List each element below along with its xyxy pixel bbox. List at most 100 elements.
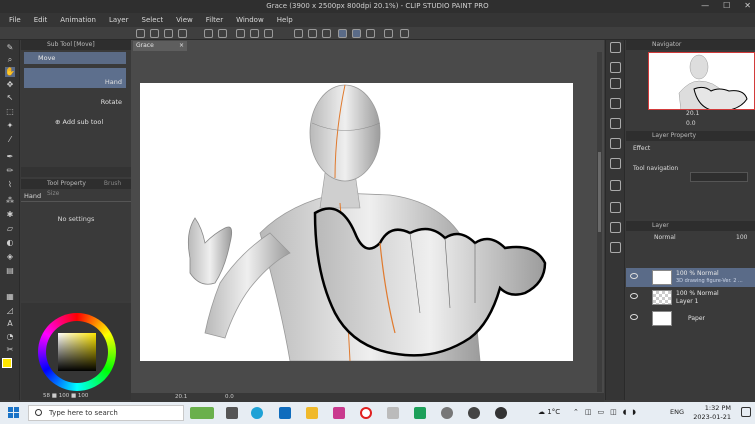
correct-line-icon[interactable]: ✂ — [5, 345, 15, 355]
maximize-button[interactable]: ☐ — [723, 1, 730, 10]
export-icon[interactable] — [178, 29, 187, 38]
menu-help[interactable]: Help — [277, 16, 293, 24]
navigator-zoom[interactable]: 20.1 — [686, 110, 699, 117]
canvas-vertical-scrollbar[interactable] — [597, 52, 602, 392]
pen-tool-icon[interactable]: ✒ — [5, 152, 15, 162]
material-icon-6[interactable] — [610, 158, 621, 169]
zoom-icon[interactable]: ⌕ — [5, 55, 15, 65]
operation-icon[interactable]: ↖ — [5, 93, 15, 103]
eraser-icon[interactable]: ▱ — [5, 224, 15, 234]
weather-widget[interactable]: ☁ 1°C — [538, 408, 560, 416]
material-icon-5[interactable] — [610, 138, 621, 149]
eyedropper-icon[interactable]: ⁄ — [5, 135, 15, 145]
snap-grid-icon[interactable] — [366, 29, 375, 38]
decoration-icon[interactable]: ✱ — [5, 210, 15, 220]
undo-icon[interactable] — [204, 29, 213, 38]
eye-icon[interactable] — [630, 273, 638, 279]
widgets-icon[interactable] — [190, 407, 214, 419]
opacity-value[interactable]: 100 — [736, 234, 747, 241]
search-icon[interactable] — [610, 42, 621, 53]
clock[interactable]: 1:32 PM 2023-01-21 — [693, 404, 731, 422]
blend-mode-select[interactable]: Normal — [654, 234, 676, 241]
menu-layer[interactable]: Layer — [109, 16, 129, 24]
app-icon[interactable] — [414, 407, 426, 419]
mail-icon[interactable] — [279, 407, 291, 419]
menu-window[interactable]: Window — [236, 16, 264, 24]
gradient-icon[interactable]: ▤ — [5, 266, 15, 276]
material-icon-7[interactable] — [610, 180, 621, 191]
layer-row[interactable]: 100 % Normal Layer 1 — [626, 288, 755, 307]
task-view-icon[interactable] — [226, 407, 238, 419]
app-icon-2[interactable] — [468, 407, 480, 419]
tab-move[interactable]: Move — [24, 52, 126, 64]
material-icon-2[interactable] — [610, 78, 621, 89]
balloon-icon[interactable]: ◔ — [5, 332, 15, 342]
navigator-rotation[interactable]: 0.0 — [686, 120, 696, 127]
sub-tool-item-hand[interactable]: Hand — [24, 68, 126, 88]
fill-tool-icon[interactable]: ◈ — [5, 252, 15, 262]
auto-select-icon[interactable]: ✦ — [5, 121, 15, 131]
blend-icon[interactable]: ◐ — [5, 238, 15, 248]
navigator-thumbnail[interactable] — [648, 52, 755, 110]
layer-row[interactable]: Paper — [626, 309, 755, 328]
hand-tool-icon[interactable]: ✋ — [5, 67, 15, 77]
saturation-square[interactable] — [58, 333, 96, 371]
new-file-icon[interactable] — [136, 29, 145, 38]
menu-select[interactable]: Select — [142, 16, 164, 24]
windows-start-icon[interactable] — [8, 407, 19, 418]
eye-icon[interactable] — [630, 293, 638, 299]
taskbar-search-input[interactable]: Type here to search — [28, 405, 184, 421]
clear-icon[interactable] — [236, 29, 245, 38]
rotation-value[interactable]: 0.0 — [225, 394, 234, 400]
tab-document[interactable]: Grace × — [133, 41, 187, 51]
move-icon[interactable]: ✥ — [5, 80, 15, 90]
menu-view[interactable]: View — [176, 16, 193, 24]
ruler-icon[interactable]: ◿ — [5, 306, 15, 316]
brush-icon[interactable]: ⌇ — [5, 180, 15, 190]
menu-filter[interactable]: Filter — [206, 16, 223, 24]
file-explorer-icon[interactable] — [306, 407, 318, 419]
deselect-icon[interactable] — [294, 29, 303, 38]
redo-icon[interactable] — [218, 29, 227, 38]
material-icon-3[interactable] — [610, 98, 621, 109]
close-button[interactable]: ✕ — [744, 1, 751, 10]
tab-close-button[interactable]: × — [179, 41, 184, 51]
snap-ruler-icon[interactable] — [338, 29, 347, 38]
settings-gear-icon[interactable] — [441, 407, 453, 419]
notification-icon[interactable] — [741, 407, 751, 417]
add-sub-tool-button[interactable]: ⊕ Add sub tool — [55, 118, 103, 126]
system-tray-icons[interactable]: ⌃◫▭◫◖◗ — [573, 408, 642, 416]
language-indicator[interactable]: ENG — [670, 408, 684, 416]
selection-layer-icon[interactable] — [322, 29, 331, 38]
layer-row[interactable]: 100 % Normal 3D drawing figure-Ver. 2 ..… — [626, 268, 755, 287]
edge-icon[interactable] — [251, 407, 263, 419]
mouse-app-icon[interactable] — [387, 407, 399, 419]
pencil-icon[interactable]: ✏ — [5, 166, 15, 176]
save-icon[interactable] — [164, 29, 173, 38]
fill-icon[interactable] — [250, 29, 259, 38]
menu-file[interactable]: File — [9, 16, 21, 24]
minimize-button[interactable]: — — [701, 1, 709, 10]
sub-tool-item-rotate[interactable]: Rotate — [24, 88, 126, 108]
transform-icon[interactable] — [264, 29, 273, 38]
material-icon-10[interactable] — [610, 242, 621, 253]
airbrush-icon[interactable]: ⁂ — [5, 196, 15, 206]
store-icon[interactable] — [333, 407, 345, 419]
snap-guide-icon[interactable] — [352, 29, 361, 38]
invert-selection-icon[interactable] — [308, 29, 317, 38]
pen-icon[interactable]: ✎ — [5, 43, 15, 53]
selection-icon[interactable]: ⬚ — [5, 107, 15, 117]
question-icon[interactable] — [400, 29, 409, 38]
clip-studio-taskbar-icon[interactable] — [495, 407, 507, 419]
material-icon-4[interactable] — [610, 118, 621, 129]
tool-navigation-button[interactable] — [690, 172, 748, 182]
open-file-icon[interactable] — [150, 29, 159, 38]
main-color-swatch[interactable] — [2, 358, 12, 368]
material-icon-8[interactable] — [610, 202, 621, 213]
material-icon[interactable] — [610, 62, 621, 73]
menu-animation[interactable]: Animation — [60, 16, 96, 24]
menu-edit[interactable]: Edit — [34, 16, 48, 24]
opera-icon[interactable] — [360, 407, 372, 419]
text-icon[interactable]: A — [5, 319, 15, 329]
frame-icon[interactable]: ▦ — [5, 292, 15, 302]
